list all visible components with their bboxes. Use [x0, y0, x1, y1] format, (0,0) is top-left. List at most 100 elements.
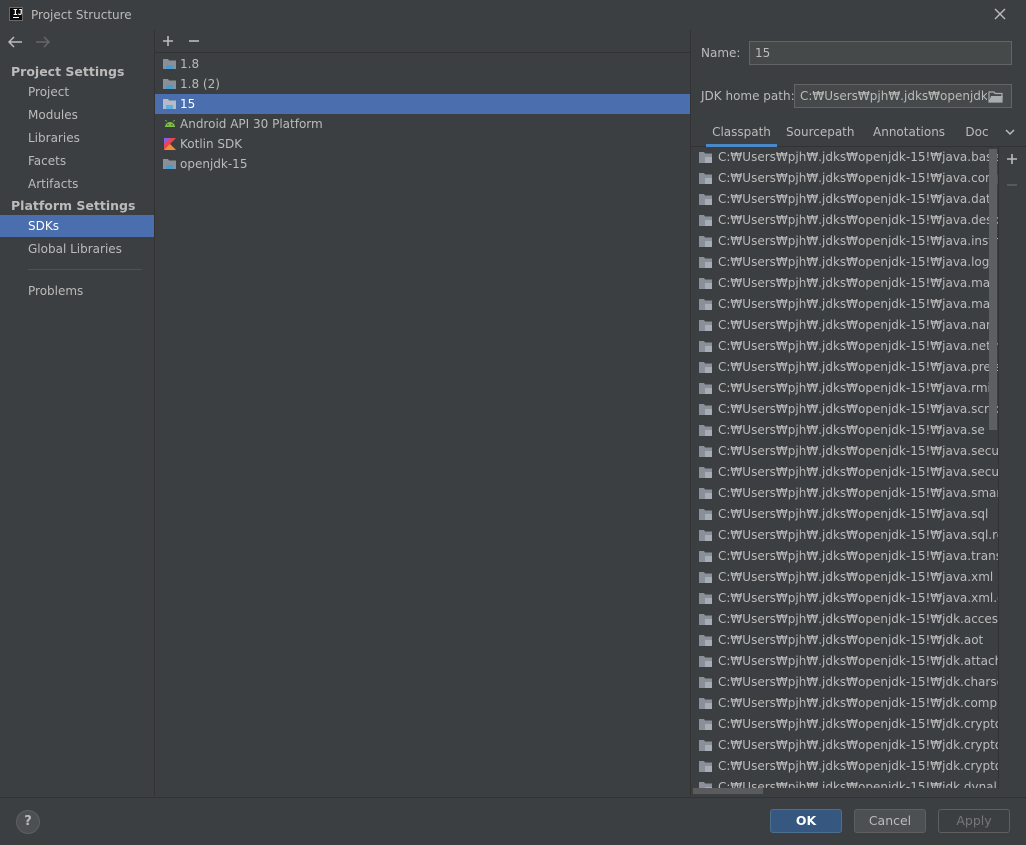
classpath-entry[interactable]: C:₩Users₩pjh₩.jdks₩openjdk-15!₩java.smar…: [691, 483, 998, 504]
classpath-entry-label: C:₩Users₩pjh₩.jdks₩openjdk-15!₩jdk.aot: [718, 633, 984, 647]
classpath-entry[interactable]: C:₩Users₩pjh₩.jdks₩openjdk-15!₩java.sql: [691, 504, 998, 525]
sdk-item[interactable]: Android API 30 Platform: [155, 114, 690, 134]
sdk-item-selected[interactable]: 15: [155, 94, 690, 114]
classpath-entry-label: C:₩Users₩pjh₩.jdks₩openjdk-15!₩java.base: [718, 150, 999, 164]
tab-sourcepath[interactable]: Sourcepath: [786, 118, 855, 146]
nav-item-sdks[interactable]: SDKs: [0, 215, 154, 237]
close-icon[interactable]: [992, 6, 1008, 22]
back-arrow-icon[interactable]: [7, 34, 25, 50]
nav-item-facets[interactable]: Facets: [0, 150, 154, 172]
remove-icon[interactable]: [186, 33, 202, 49]
classpath-entry[interactable]: C:₩Users₩pjh₩.jdks₩openjdk-15!₩java.base: [691, 147, 999, 168]
folder-icon: [699, 761, 712, 772]
nav-item-project[interactable]: Project: [0, 81, 154, 103]
classpath-entry-label: C:₩Users₩pjh₩.jdks₩openjdk-15!₩java.sql.…: [718, 528, 998, 542]
folder-icon: [699, 677, 712, 688]
folder-icon: [699, 215, 712, 226]
classpath-entry[interactable]: C:₩Users₩pjh₩.jdks₩openjdk-15!₩java.mana…: [691, 273, 998, 294]
sdk-item[interactable]: 1.8 (2): [155, 74, 690, 94]
jdk-folder-icon: [163, 99, 176, 109]
classpath-entry-label: C:₩Users₩pjh₩.jdks₩openjdk-15!₩java.logg…: [718, 255, 999, 269]
classpath-entry[interactable]: C:₩Users₩pjh₩.jdks₩openjdk-15!₩java.mana…: [691, 294, 998, 315]
apply-button[interactable]: Apply: [938, 809, 1010, 833]
nav-item-artifacts[interactable]: Artifacts: [0, 173, 154, 195]
classpath-entry[interactable]: C:₩Users₩pjh₩.jdks₩openjdk-15!₩java.xml: [691, 567, 998, 588]
remove-icon[interactable]: [1004, 177, 1020, 193]
nav-item-global-libraries[interactable]: Global Libraries: [0, 238, 154, 260]
folder-icon: [699, 488, 712, 499]
classpath-entry[interactable]: C:₩Users₩pjh₩.jdks₩openjdk-15!₩java.se: [691, 420, 998, 441]
sdk-item-label: 1.8: [180, 57, 200, 71]
classpath-entry[interactable]: C:₩Users₩pjh₩.jdks₩openjdk-15!₩java.xml.…: [691, 588, 998, 609]
folder-icon: [699, 152, 712, 163]
sdk-item-label: Android API 30 Platform: [180, 117, 323, 131]
classpath-entry-label: C:₩Users₩pjh₩.jdks₩openjdk-15!₩java.mana…: [718, 297, 998, 311]
browse-folder-icon[interactable]: [988, 90, 1004, 104]
tab-annotations[interactable]: Annotations: [873, 118, 945, 146]
classpath-entry[interactable]: C:₩Users₩pjh₩.jdks₩openjdk-15!₩java.nami…: [691, 315, 998, 336]
sdk-item[interactable]: Kotlin SDK: [155, 134, 690, 154]
jdk-home-path-field[interactable]: [794, 84, 1012, 108]
classpath-entry[interactable]: C:₩Users₩pjh₩.jdks₩openjdk-15!₩jdk.compi…: [691, 693, 998, 714]
classpath-entry-label: C:₩Users₩pjh₩.jdks₩openjdk-15!₩java.secu…: [718, 465, 999, 479]
classpath-entry[interactable]: C:₩Users₩pjh₩.jdks₩openjdk-15!₩java.logg…: [691, 252, 999, 273]
classpath-entry[interactable]: C:₩Users₩pjh₩.jdks₩openjdk-15!₩jdk.attac…: [691, 651, 998, 672]
ok-button[interactable]: OK: [770, 809, 842, 833]
sdk-detail-panel: Name: JDK home path: Classpath Sourcepat…: [691, 30, 1026, 796]
nav-item-modules[interactable]: Modules: [0, 104, 154, 126]
chevron-down-icon[interactable]: [1003, 125, 1017, 139]
sdk-item[interactable]: 1.8: [155, 54, 690, 74]
sdk-item-label: openjdk-15: [180, 157, 248, 171]
classpath-entry[interactable]: C:₩Users₩pjh₩.jdks₩openjdk-15!₩java.net.…: [691, 336, 999, 357]
classpath-entry[interactable]: C:₩Users₩pjh₩.jdks₩openjdk-15!₩jdk.chars…: [691, 672, 999, 693]
folder-icon: [699, 509, 712, 520]
classpath-entry[interactable]: C:₩Users₩pjh₩.jdks₩openjdk-15!₩java.comp…: [691, 168, 998, 189]
classpath-entry[interactable]: C:₩Users₩pjh₩.jdks₩openjdk-15!₩java.data…: [691, 189, 998, 210]
folder-icon: [699, 719, 712, 730]
classpath-entry[interactable]: C:₩Users₩pjh₩.jdks₩openjdk-15!₩java.secu…: [691, 441, 998, 462]
forward-arrow-icon[interactable]: [33, 34, 51, 50]
tab-doc[interactable]: Doc: [963, 118, 991, 146]
classpath-entry[interactable]: C:₩Users₩pjh₩.jdks₩openjdk-15!₩java.desk…: [691, 210, 998, 231]
classpath-entry-label: C:₩Users₩pjh₩.jdks₩openjdk-15!₩java.xml: [718, 570, 994, 584]
cancel-button[interactable]: Cancel: [854, 809, 926, 833]
name-field[interactable]: [749, 41, 1012, 65]
classpath-entry[interactable]: C:₩Users₩pjh₩.jdks₩openjdk-15!₩java.secu…: [691, 462, 999, 483]
classpath-entry[interactable]: C:₩Users₩pjh₩.jdks₩openjdk-15!₩jdk.aot: [691, 630, 998, 651]
classpath-entry[interactable]: C:₩Users₩pjh₩.jdks₩openjdk-15!₩jdk.crypt…: [691, 714, 998, 735]
folder-icon: [699, 698, 712, 709]
classpath-entry-label: C:₩Users₩pjh₩.jdks₩openjdk-15!₩jdk.chars…: [718, 675, 999, 689]
classpath-entry[interactable]: C:₩Users₩pjh₩.jdks₩openjdk-15!₩java.rmi: [691, 378, 998, 399]
classpath-entry-label: C:₩Users₩pjh₩.jdks₩openjdk-15!₩java.net.…: [718, 339, 999, 353]
add-icon[interactable]: [1004, 151, 1020, 167]
classpath-entry[interactable]: C:₩Users₩pjh₩.jdks₩openjdk-15!₩java.tran…: [691, 546, 998, 567]
help-button[interactable]: ?: [16, 810, 40, 834]
tab-classpath[interactable]: Classpath: [706, 118, 777, 147]
classpath-entry-label: C:₩Users₩pjh₩.jdks₩openjdk-15!₩jdk.crypt…: [718, 717, 998, 731]
classpath-entry-label: C:₩Users₩pjh₩.jdks₩openjdk-15!₩jdk.acces…: [718, 612, 999, 626]
classpath-entry[interactable]: C:₩Users₩pjh₩.jdks₩openjdk-15!₩java.pref…: [691, 357, 998, 378]
nav-item-problems[interactable]: Problems: [0, 280, 154, 302]
horizontal-scrollbar-thumb[interactable]: [693, 788, 763, 794]
classpath-entry[interactable]: C:₩Users₩pjh₩.jdks₩openjdk-15!₩jdk.acces…: [691, 609, 999, 630]
classpath-entry-label: C:₩Users₩pjh₩.jdks₩openjdk-15!₩java.sql: [718, 507, 989, 521]
vertical-scrollbar-thumb[interactable]: [989, 149, 997, 430]
sdk-item[interactable]: openjdk-15: [155, 154, 690, 174]
dialog-button-bar: ? OK Cancel Apply: [0, 797, 1026, 845]
jdk-folder-icon: [163, 159, 176, 169]
classpath-entry[interactable]: C:₩Users₩pjh₩.jdks₩openjdk-15!₩jdk.crypt…: [691, 735, 998, 756]
nav-item-libraries[interactable]: Libraries: [0, 127, 154, 149]
classpath-entry[interactable]: C:₩Users₩pjh₩.jdks₩openjdk-15!₩java.inst…: [691, 231, 998, 252]
title-bar: IJ Project Structure: [0, 0, 1026, 30]
project-settings-header: Project Settings: [11, 64, 125, 79]
classpath-entry-label: C:₩Users₩pjh₩.jdks₩openjdk-15!₩java.scri…: [718, 402, 999, 416]
classpath-entry-label: C:₩Users₩pjh₩.jdks₩openjdk-15!₩java.xml.…: [718, 591, 998, 605]
sdk-item-label: 1.8 (2): [180, 77, 220, 91]
classpath-entry[interactable]: C:₩Users₩pjh₩.jdks₩openjdk-15!₩java.scri…: [691, 399, 999, 420]
add-icon[interactable]: [160, 33, 176, 49]
classpath-list[interactable]: C:₩Users₩pjh₩.jdks₩openjdk-15!₩java.base…: [691, 147, 999, 789]
classpath-entry[interactable]: C:₩Users₩pjh₩.jdks₩openjdk-15!₩java.sql.…: [691, 525, 998, 546]
classpath-entry[interactable]: C:₩Users₩pjh₩.jdks₩openjdk-15!₩jdk.crypt…: [691, 756, 998, 777]
jdk-folder-icon: [163, 59, 176, 69]
sdk-item-label: 15: [180, 97, 196, 111]
